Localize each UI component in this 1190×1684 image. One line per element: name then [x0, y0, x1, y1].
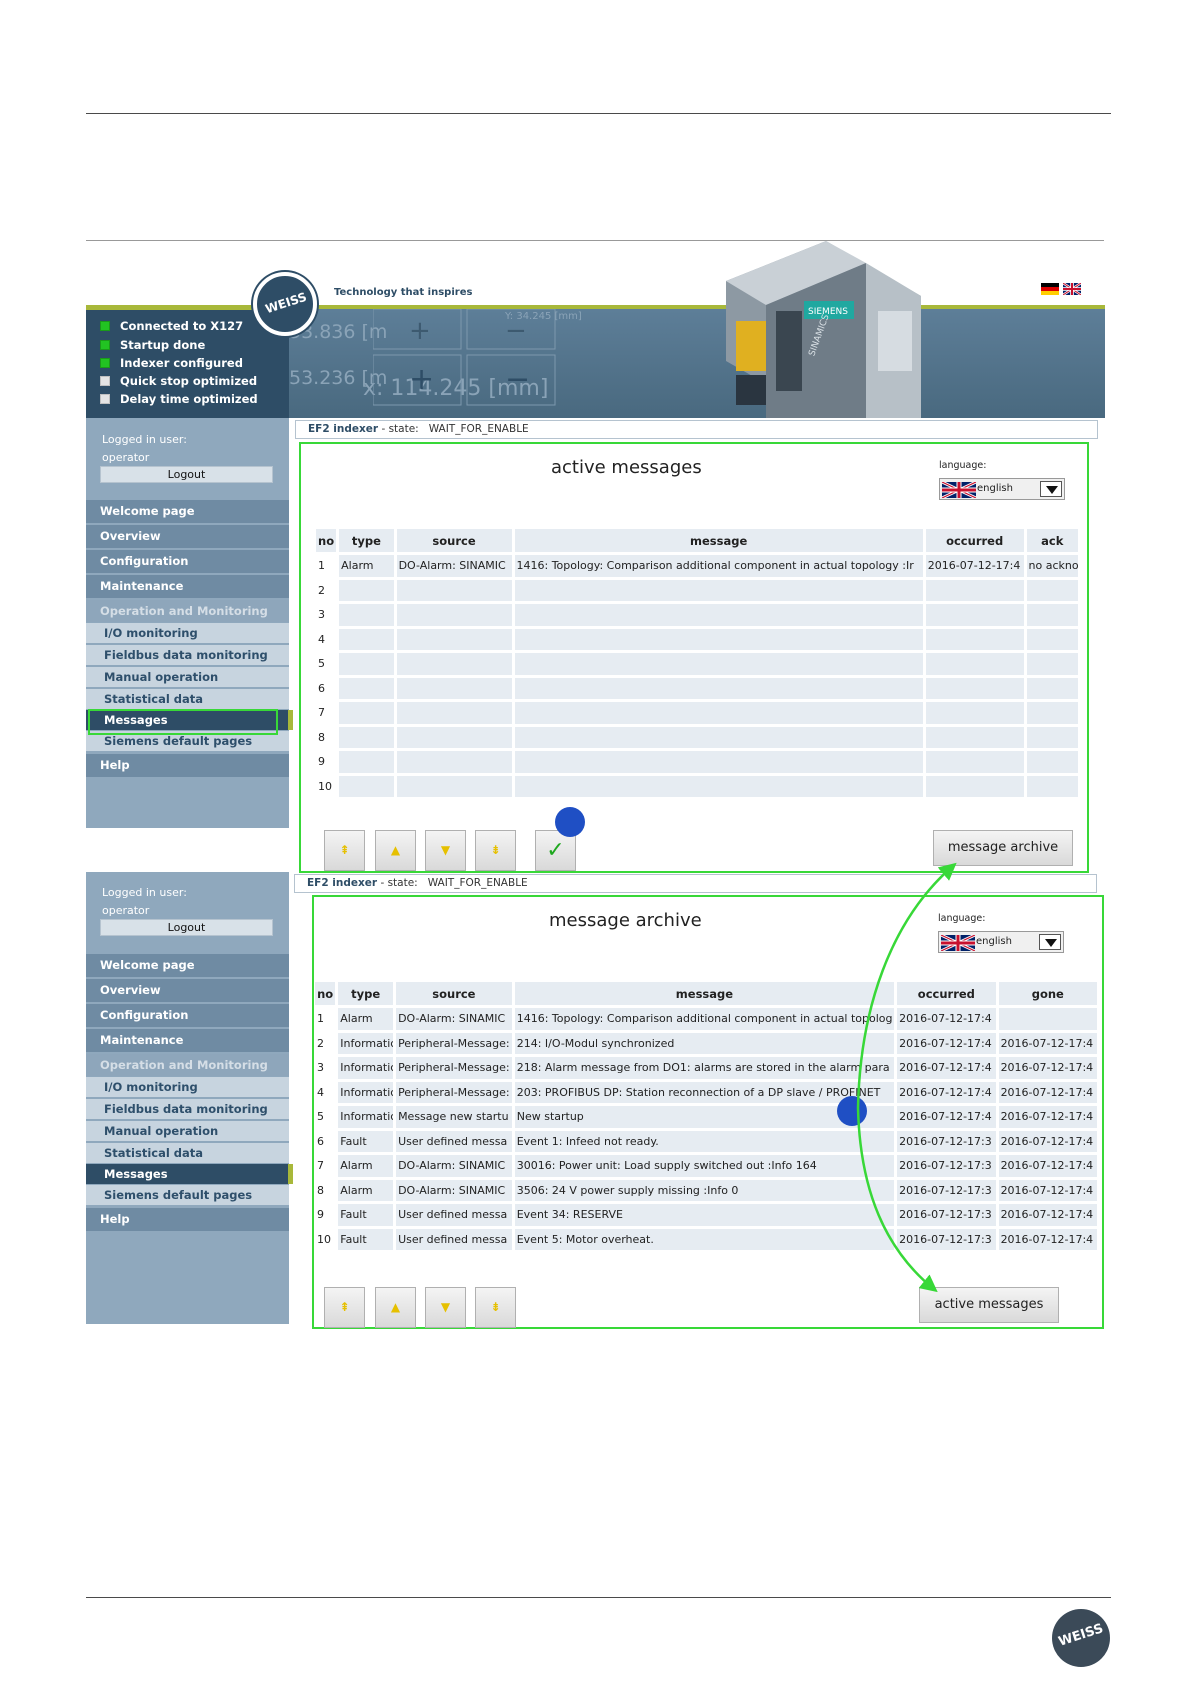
weiss-footer-logo: WEISS [1052, 1609, 1110, 1667]
navigation-arrows [856, 862, 957, 1293]
